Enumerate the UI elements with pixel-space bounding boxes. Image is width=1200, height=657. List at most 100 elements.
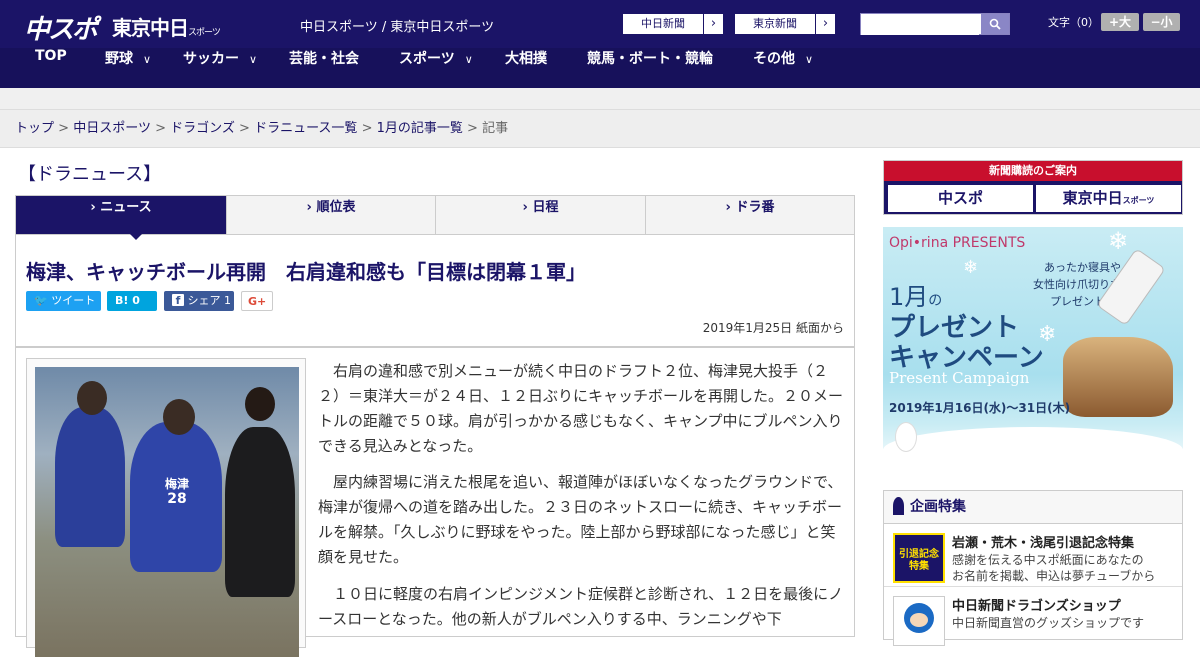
subscription-title: 新聞購読のご案内 [884,161,1182,181]
article-paragraph: 右肩の違和感で別メニューが続く中日のドラフト２位、梅津晃大投手（２２）＝東洋大＝… [318,362,844,455]
facebook-label: シェア [187,294,221,307]
chunichi-shimbun-label: 中日新聞 [641,17,685,30]
main-nav: TOP 野球 ∨ サッカー ∨ 芸能・社会 スポーツ ∨ 大相撲 競馬・ボート・競輪 … [0,48,1200,88]
breadcrumb-link[interactable]: トップ [15,121,54,136]
blanket-image [1063,337,1173,417]
site-links[interactable]: 中日スポーツ / 東京中日スポーツ [300,16,494,35]
nav-item-others[interactable]: その他 ∨ [753,48,813,88]
breadcrumb-separator: > [58,121,70,136]
article-paragraph: 屋内練習場に消えた根尾を追い、報道陣がほぼいなくなったグラウンドで、梅津が復帰へ… [318,473,843,566]
bib-number: 28 [167,491,187,507]
font-smaller-button[interactable]: −小 [1143,13,1180,31]
tokyo-chunichi-logo-text: 東京中日 [112,16,189,40]
ad-brand: Opi•rina PRESENTS [889,235,1026,251]
article-body: 梅津 28 右肩の違和感で別メニューが続く中日のドラフト２位、梅津晃大投手（２２… [15,347,855,657]
nav-label: スポーツ [399,51,455,67]
nav-item-sumo[interactable]: 大相撲 [505,48,547,88]
section-title: 【ドラニュース】 [18,164,162,185]
breadcrumb-link[interactable]: ドラゴンズ [170,121,235,136]
breadcrumb-link[interactable]: 1月の記事一覧 [377,121,463,136]
subscription-logo-chunichi-sports[interactable]: 中スポ [888,185,1033,212]
article-date: 2019年1月25日 紙面から [702,321,844,335]
feature-heading-text: 企画特集 [910,499,966,515]
nav-label: 大相撲 [505,51,547,67]
tab-label: 順位表 [316,200,356,215]
google-plus-button[interactable]: G+ [241,291,273,311]
article-photo[interactable]: 梅津 28 [35,367,299,657]
hatena-icon: B! [115,294,129,307]
chunichi-shimbun-button[interactable]: 中日新聞 › [622,13,724,35]
photo-frame: 梅津 28 [26,358,306,657]
feature-box: 企画特集 引退記念特集 岩瀬・荒木・浅尾引退記念特集 感謝を伝える中スポ紙面にあ… [883,490,1183,646]
feature-item[interactable]: 引退記念特集 岩瀬・荒木・浅尾引退記念特集 感謝を伝える中スポ紙面にあなたの お… [884,525,1182,587]
chevron-down-icon: ∨ [143,53,152,66]
nav-item-racing[interactable]: 競馬・ボート・競輪 [587,48,713,88]
article-headline: 梅津、キャッチボール再開 右肩違和感も「目標は閉幕１軍」 [26,260,586,284]
top-header: 中スポ 東京中日スポーツ 中日スポーツ / 東京中日スポーツ 中日新聞 › 東京… [0,0,1200,48]
font-size-label: 文字（0） [1048,16,1099,29]
breadcrumb: トップ > 中日スポーツ > ドラゴンズ > ドラニュース一覧 > 1月の記事一… [0,110,1200,148]
tab-schedule[interactable]: › 日程 [436,196,646,234]
nav-item-sports[interactable]: スポーツ ∨ [399,48,473,88]
article-paragraph: １０日に軽度の右肩インピンジメント症候群と診断され、１２日を最後にノースローとな… [318,585,844,628]
tweet-button[interactable]: 🐦 ツイート [26,291,101,311]
player-figure [225,427,295,597]
tab-reporter[interactable]: › ドラ番 [646,196,854,234]
nav-item-top[interactable]: TOP [35,48,67,88]
feature-thumb: 引退記念特集 [893,533,945,583]
breadcrumb-current: 記事 [482,121,509,136]
facebook-share-button[interactable]: f シェア 1 [164,291,234,311]
breadcrumb-link[interactable]: 中日スポーツ [73,121,151,136]
feature-heading: 企画特集 [884,491,1182,524]
nav-label: その他 [753,51,795,67]
tab-label: ドラ番 [735,200,775,215]
nav-label: サッカー [183,51,239,67]
subscription-logo-tokyo-chunichi[interactable]: 東京中日スポーツ [1036,185,1181,212]
snowman-icon [895,422,917,452]
subscription-banner[interactable]: 新聞購読のご案内 中スポ 東京中日スポーツ [883,160,1183,215]
breadcrumb-separator: > [155,121,166,136]
twitter-icon: 🐦 [34,294,48,307]
nav-item-soccer[interactable]: サッカー ∨ [183,48,257,88]
nav-label: TOP [35,48,67,64]
present-campaign-ad[interactable]: Opi•rina PRESENTS あったか寝具や 女性向け爪切りなど プレゼン… [883,227,1183,473]
chevron-down-icon: ∨ [464,53,473,66]
snowflake-icon: ❄ [963,257,979,278]
chevron-down-icon: ∨ [249,53,258,66]
breadcrumb-separator: > [239,121,250,136]
article-header: 梅津、キャッチボール再開 右肩違和感も「目標は閉幕１軍」 🐦 ツイート B! 0… [15,234,855,347]
feature-item[interactable]: 中日新聞ドラゴンズショップ 中日新聞直営のグッズショップです [884,588,1182,650]
tab-label: ニュース [100,200,152,215]
tokyo-chunichi-logo[interactable]: 東京中日スポーツ [112,12,221,41]
section-tabs: › ニュース › 順位表 › 日程 › ドラ番 [15,195,855,240]
player-figure [55,407,125,547]
tab-standings[interactable]: › 順位表 [227,196,436,234]
subscription-logo-sub: スポーツ [1122,196,1155,205]
nav-label: 野球 [105,51,133,67]
chevron-right-icon: › [815,14,835,34]
facebook-count: 1 [224,294,231,307]
search-button[interactable] [981,14,1009,34]
tokyo-chunichi-logo-sub: スポーツ [188,28,221,38]
breadcrumb-separator: > [467,121,478,136]
font-bigger-button[interactable]: +大 [1101,13,1139,31]
snowflake-icon: ❄ [1038,322,1057,347]
player-head [77,381,107,415]
player-head [245,387,275,421]
spacer-band [0,88,1200,110]
feature-title: 中日新聞ドラゴンズショップ [952,599,1121,614]
hatena-bookmark-button[interactable]: B! 0 [107,291,157,311]
tab-news[interactable]: › ニュース [16,196,227,234]
snow-ground [883,427,1183,473]
search-icon [989,18,1001,30]
nav-item-baseball[interactable]: 野球 ∨ [105,48,151,88]
tab-label: 日程 [532,200,559,215]
nav-label: 競馬・ボート・競輪 [587,51,713,67]
mascot-muzzle [910,613,928,627]
nav-item-entertainment[interactable]: 芸能・社会 [289,48,359,88]
ad-period: 2019年1月16日(水)〜31日(木) [889,401,1071,415]
breadcrumb-link[interactable]: ドラニュース一覧 [254,121,357,136]
chunichi-sports-logo[interactable]: 中スポ [24,9,98,46]
search-input[interactable] [861,15,979,35]
tokyo-shimbun-button[interactable]: 東京新聞 › [734,13,836,35]
